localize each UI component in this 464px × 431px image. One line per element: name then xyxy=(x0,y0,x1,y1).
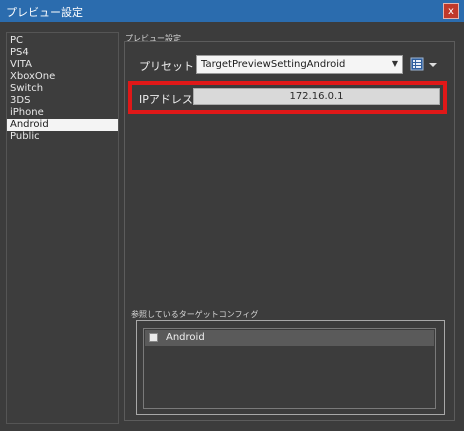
platform-list[interactable]: PC PS4 VITA XboxOne Switch 3DS iPhone Android Pu… xyxy=(6,32,119,424)
platform-item[interactable]: XboxOne xyxy=(7,71,118,83)
platform-item[interactable]: Switch xyxy=(7,83,118,95)
preset-value: TargetPreviewSettingAndroid xyxy=(201,59,346,70)
platform-item[interactable]: PC xyxy=(7,35,118,47)
close-button[interactable]: x xyxy=(443,3,459,19)
preset-label: プリセット xyxy=(139,60,194,73)
preset-menu-button[interactable] xyxy=(409,56,439,72)
list-item-label: Android xyxy=(166,332,205,343)
ip-address-label: IPアドレス xyxy=(139,93,193,106)
ip-address-field[interactable]: 172.16.0.1 xyxy=(193,88,440,105)
list-item[interactable]: Android xyxy=(145,330,434,346)
close-icon: x xyxy=(448,6,454,17)
window-title: プレビュー設定 xyxy=(6,6,83,19)
config-file-icon xyxy=(149,333,158,342)
platform-item[interactable]: iPhone xyxy=(7,107,118,119)
platform-item[interactable]: Android xyxy=(7,119,118,131)
platform-item[interactable]: PS4 xyxy=(7,47,118,59)
list-menu-icon xyxy=(410,57,437,71)
platform-item[interactable]: VITA xyxy=(7,59,118,71)
chevron-down-icon: ▼ xyxy=(391,59,398,68)
platform-item[interactable]: Public xyxy=(7,131,118,143)
platform-item[interactable]: 3DS xyxy=(7,95,118,107)
title-bar: プレビュー設定 x xyxy=(0,0,464,22)
preset-dropdown[interactable]: TargetPreviewSettingAndroid ▼ xyxy=(196,55,403,74)
referenced-config-label: 参照しているターゲットコンフィグ xyxy=(131,310,259,319)
referenced-config-list[interactable]: Android xyxy=(143,328,436,409)
